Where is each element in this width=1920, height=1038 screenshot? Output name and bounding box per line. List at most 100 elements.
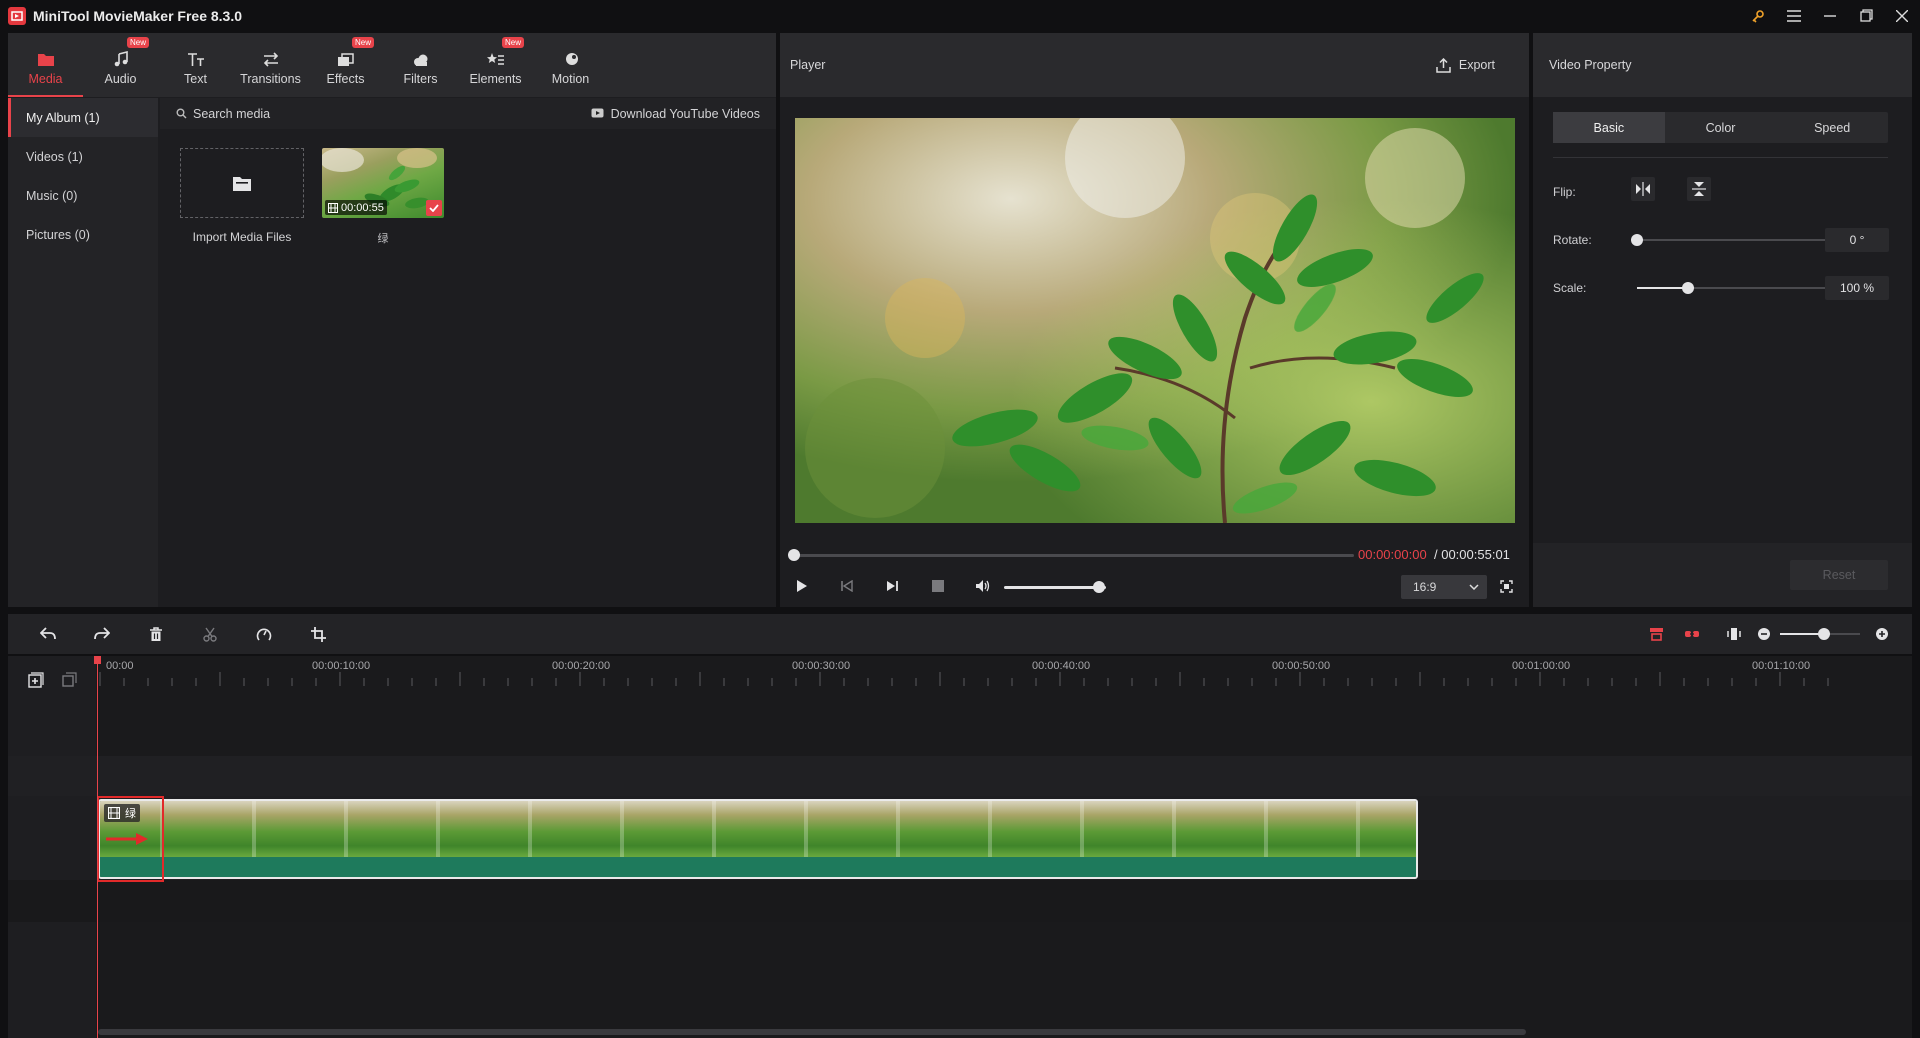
next-frame-button[interactable] <box>882 576 902 596</box>
chevron-down-icon <box>1469 584 1479 590</box>
volume-slider[interactable] <box>1004 586 1106 589</box>
new-badge: New <box>127 37 150 48</box>
tab-elements[interactable]: New Elements <box>458 33 533 97</box>
play-button[interactable] <box>792 576 812 596</box>
undo-button[interactable] <box>38 624 58 644</box>
link-button[interactable] <box>1682 624 1702 644</box>
rotate-value-input[interactable]: 0 ° <box>1825 228 1889 252</box>
volume-button[interactable] <box>972 576 994 596</box>
tab-color[interactable]: Color <box>1665 112 1777 143</box>
media-clip-thumbnail[interactable]: 00:00:55 <box>322 148 444 218</box>
tab-speed[interactable]: Speed <box>1776 112 1888 143</box>
scale-handle[interactable] <box>1681 282 1694 294</box>
rotate-handle[interactable] <box>1631 234 1643 246</box>
timeline: 00:00 00:00:10:00 00:00:20:00 00:00:30:0… <box>8 656 1912 1038</box>
sidebar-item-music[interactable]: Music (0) <box>8 176 158 215</box>
clip-name: 绿 <box>377 233 389 245</box>
ruler-label: 00:00:30:00 <box>792 660 851 672</box>
export-label: Export <box>1458 58 1495 72</box>
tab-filters-label: Filters <box>403 71 438 86</box>
property-tabs: Basic Color Speed <box>1553 112 1888 143</box>
key-icon[interactable] <box>1740 0 1776 31</box>
ruler-label: 00:00:50:00 <box>1272 660 1331 672</box>
minimize-icon[interactable] <box>1812 0 1848 31</box>
tab-motion[interactable]: Motion <box>533 33 608 97</box>
arrow-right-icon <box>104 832 150 846</box>
skip-back-icon <box>841 580 853 592</box>
copy-track-button[interactable] <box>62 672 77 687</box>
main-toolbar: Media New Audio Text Transitions New Eff… <box>8 33 776 97</box>
empty-track <box>8 756 1912 796</box>
zoom-out-button[interactable] <box>1754 624 1774 644</box>
stop-button[interactable] <box>928 576 948 596</box>
tab-audio-label: Audio <box>104 71 137 86</box>
tab-media[interactable]: Media <box>8 33 83 97</box>
playhead-handle[interactable] <box>94 656 101 664</box>
motion-icon <box>562 45 580 67</box>
scissors-icon <box>203 627 217 642</box>
new-badge: New <box>352 37 375 48</box>
tab-audio[interactable]: New Audio <box>83 33 158 97</box>
snap-button[interactable] <box>1646 624 1666 644</box>
skip-forward-icon <box>887 581 898 591</box>
delete-button[interactable] <box>146 624 166 644</box>
tab-text[interactable]: Text <box>158 33 233 97</box>
timeline-ruler[interactable]: 00:00 00:00:10:00 00:00:20:00 00:00:30:0… <box>98 656 1912 688</box>
volume-handle[interactable] <box>1092 581 1105 593</box>
search-icon <box>176 108 187 119</box>
add-track-button[interactable] <box>28 672 44 688</box>
tab-transitions-label: Transitions <box>240 71 301 86</box>
timeline-video-clip[interactable]: 绿 <box>98 799 1418 879</box>
tab-effects[interactable]: New Effects <box>308 33 383 97</box>
search-media-button[interactable]: Search media <box>176 107 270 121</box>
crop-icon <box>310 626 326 642</box>
rotate-slider[interactable] <box>1637 239 1825 241</box>
checkmark-icon <box>426 200 442 216</box>
close-icon[interactable] <box>1884 0 1920 31</box>
zoom-in-button[interactable] <box>1872 624 1892 644</box>
sidebar-item-my-album[interactable]: My Album (1) <box>8 98 158 137</box>
menu-icon[interactable] <box>1776 0 1812 31</box>
effects-icon <box>337 45 355 67</box>
split-button[interactable] <box>200 624 220 644</box>
scale-value-input[interactable]: 100 % <box>1825 276 1889 300</box>
crop-button[interactable] <box>308 624 328 644</box>
player-header: Player Export <box>780 33 1529 97</box>
timeline-scrollbar[interactable] <box>98 1029 1526 1035</box>
clip-filmstrip <box>100 801 1416 857</box>
flip-vertical-button[interactable] <box>1687 177 1711 201</box>
zoom-handle[interactable] <box>1818 628 1830 640</box>
aspect-ratio-select[interactable]: 16:9 <box>1401 575 1487 599</box>
flip-horizontal-button[interactable] <box>1631 177 1655 201</box>
redo-icon <box>94 627 110 640</box>
playhead[interactable] <box>97 656 98 1038</box>
fit-timeline-button[interactable] <box>1724 624 1744 644</box>
maximize-icon[interactable] <box>1848 0 1884 31</box>
clip-audio-waveform <box>100 857 1416 877</box>
flip-label: Flip: <box>1553 185 1576 199</box>
import-media-button[interactable] <box>180 148 304 218</box>
ruler-label: 00:01:10:00 <box>1752 660 1811 672</box>
clip-duration-badge: 00:00:55 <box>325 200 387 215</box>
sidebar-item-videos[interactable]: Videos (1) <box>8 137 158 176</box>
export-button[interactable]: Export <box>1436 57 1519 73</box>
sidebar-item-pictures[interactable]: Pictures (0) <box>8 215 158 254</box>
zoom-out-icon <box>1758 628 1770 640</box>
fit-icon <box>1727 628 1741 640</box>
tab-transitions[interactable]: Transitions <box>233 33 308 97</box>
media-panel: Media New Audio Text Transitions New Eff… <box>8 33 776 607</box>
seek-bar[interactable] <box>794 554 1354 557</box>
title-bar: MiniTool MovieMaker Free 8.3.0 <box>0 0 1920 31</box>
redo-button[interactable] <box>92 624 112 644</box>
speed-button[interactable] <box>254 624 274 644</box>
seek-handle[interactable] <box>788 549 800 561</box>
download-youtube-button[interactable]: Download YouTube Videos <box>591 107 760 121</box>
download-youtube-label: Download YouTube Videos <box>610 106 760 121</box>
tab-filters[interactable]: Filters <box>383 33 458 97</box>
prev-frame-button[interactable] <box>837 576 857 596</box>
reset-button[interactable]: Reset <box>1790 560 1888 590</box>
tab-basic[interactable]: Basic <box>1553 112 1665 143</box>
clip-duration: 00:00:55 <box>341 201 384 214</box>
fullscreen-button[interactable] <box>1496 576 1516 596</box>
aspect-ratio-value: 16:9 <box>1413 580 1437 594</box>
